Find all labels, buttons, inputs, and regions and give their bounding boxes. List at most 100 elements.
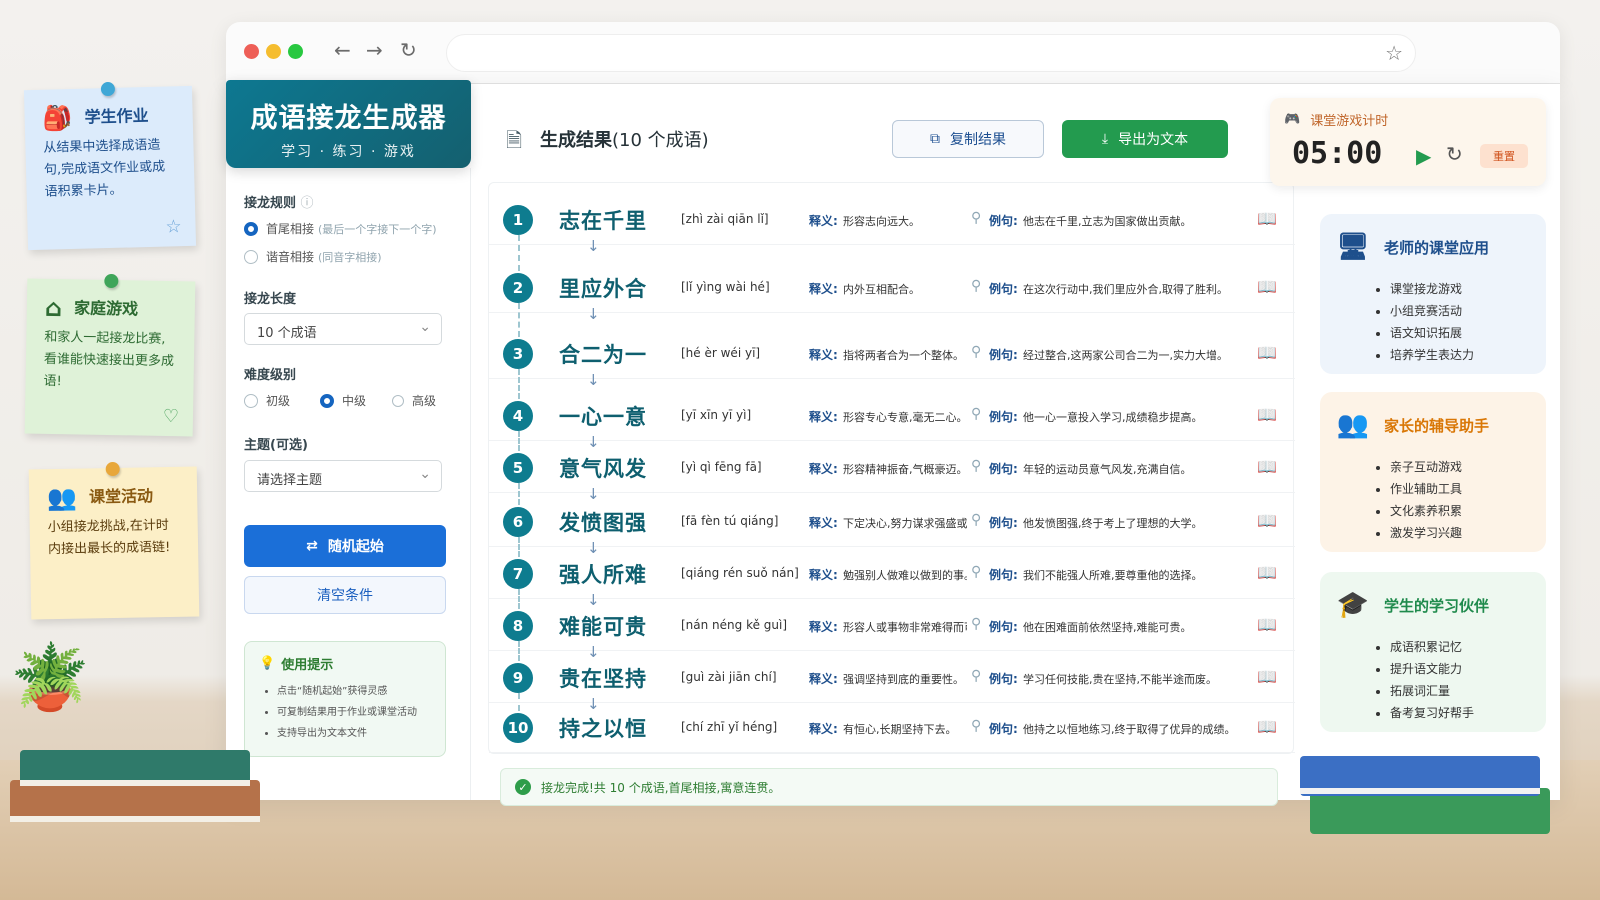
shuffle-icon: ⇄: [306, 538, 318, 554]
button-label: 复制结果: [950, 132, 1006, 148]
meaning-label: 释义:: [809, 282, 838, 296]
rule-option-head-tail[interactable]: 首尾相接 (最后一个字接下一个字): [244, 220, 437, 237]
note-text: 从结果中选择成语造句,完成语文作业或成语积累卡片。: [43, 137, 166, 200]
idiom-chain-list: 1 志在千里 [zhì zài qiān lǐ] 释义: 形容志向远大。 ⚲ 例句: 他志在千…: [488, 182, 1295, 754]
idiom-text: 合二为一: [559, 343, 647, 367]
meaning-label: 释义:: [809, 214, 838, 228]
timer-title: 课堂游戏计时: [1310, 114, 1389, 129]
info-icon[interactable]: ⓘ: [301, 196, 314, 211]
idiom-pinyin: [nán néng kě guì]: [681, 618, 788, 632]
timer-display: 05:00: [1292, 136, 1383, 171]
reload-icon[interactable]: ↻: [400, 38, 417, 62]
dictionary-book-icon[interactable]: 📖: [1257, 343, 1277, 362]
idiom-row[interactable]: 3 合二为一 [hé èr wéi yī] 释义: 指将两者合为一个整体。 ⚲ 例句: 经过整…: [489, 327, 1295, 379]
example-label: 例句:: [989, 282, 1018, 296]
idiom-row[interactable]: 2 里应外合 [lǐ yìng wài hé] 释义: 内外互相配合。 ⚲ 例句: 在这次行动…: [489, 261, 1295, 313]
random-start-button[interactable]: ⇄ 随机起始: [244, 525, 446, 567]
idiom-text: 难能可贵: [559, 615, 647, 639]
meaning-label: 释义:: [809, 516, 838, 530]
play-icon[interactable]: ▶: [1416, 144, 1431, 168]
idiom-example: 经过整合,这两家公司合二为一,实力大增。: [1023, 349, 1228, 362]
theme-select[interactable]: 请选择主题 ⌄: [244, 460, 442, 492]
maximize-window-dot[interactable]: [288, 44, 303, 59]
forward-icon[interactable]: →: [366, 38, 383, 62]
idiom-row[interactable]: 8 难能可贵 [nán néng kě guì] 释义: 形容人或事物非常难得而可贵。 ⚲…: [489, 599, 1295, 651]
document-icon: 🗎: [506, 128, 523, 152]
idiom-pinyin: [lǐ yìng wài hé]: [681, 280, 770, 294]
difficulty-beginner[interactable]: 初级: [244, 392, 290, 409]
tip-item: 支持导出为文本文件: [277, 723, 431, 744]
card-item: 课堂接龙游戏: [1390, 278, 1530, 300]
note-title: 家庭游戏: [73, 298, 139, 319]
reset-button[interactable]: 重置: [1480, 144, 1528, 168]
tip-item: 点击“随机起始”获得灵感: [277, 681, 431, 702]
app-brand-header: 成语接龙生成器 学习 · 练习 · 游戏: [226, 80, 471, 168]
bookmark-star-icon[interactable]: ☆: [1385, 41, 1403, 65]
idiom-example: 在这次行动中,我们里应外合,取得了胜利。: [1023, 283, 1228, 296]
card-item: 拓展词汇量: [1390, 680, 1530, 702]
card-item: 提升语文能力: [1390, 658, 1530, 680]
back-icon[interactable]: ←: [334, 38, 351, 62]
dictionary-book-icon[interactable]: 📖: [1257, 209, 1277, 228]
button-label: 随机起始: [327, 539, 384, 555]
difficulty-intermediate[interactable]: 中级: [320, 392, 366, 409]
idiom-row[interactable]: 10 持之以恒 [chí zhī yǐ héng] 释义: 有恒心,长期坚持下去。 ⚲ 例句…: [489, 701, 1295, 753]
button-label: 清空条件: [317, 588, 373, 604]
example-label: 例句:: [989, 214, 1018, 228]
heart-icon: ♡: [162, 405, 180, 428]
length-select[interactable]: 10 个成语 ⌄: [244, 313, 442, 345]
settings-panel: 接龙规则 ⓘ 首尾相接 (最后一个字接下一个字) 谐音相接 (同音字相接) 接龙长度…: [226, 168, 471, 800]
dictionary-book-icon[interactable]: 📖: [1257, 405, 1277, 424]
idiom-row[interactable]: 1 志在千里 [zhì zài qiān lǐ] 释义: 形容志向远大。 ⚲ 例句: 他志在千…: [489, 193, 1295, 245]
meaning-label: 释义:: [809, 410, 838, 424]
copy-results-button[interactable]: ⧉ 复制结果: [892, 120, 1044, 158]
idiom-meaning: 下定决心,努力谋求强盛或进步。: [843, 517, 967, 530]
idiom-row[interactable]: 5 意气风发 [yì qì fēng fā] 释义: 形容精神振奋,气概豪迈。 ⚲ 例句: 年…: [489, 441, 1295, 493]
idiom-row[interactable]: 6 发愤图强 [fā fèn tú qiáng] 释义: 下定决心,努力谋求强盛或进步。…: [489, 495, 1295, 547]
radio-unselected[interactable]: [244, 393, 258, 408]
row-number-badge: 6: [503, 507, 533, 537]
restart-icon[interactable]: ↻: [1446, 142, 1463, 166]
idiom-pinyin: [qiáng rén suǒ nán]: [681, 566, 799, 580]
dictionary-book-icon[interactable]: 📖: [1257, 457, 1277, 476]
dictionary-book-icon[interactable]: 📖: [1257, 717, 1277, 736]
card-item: 语文知识拓展: [1390, 322, 1530, 344]
export-text-button[interactable]: ⤓ 导出为文本: [1062, 120, 1228, 158]
pin-icon: [100, 81, 116, 97]
note-title: 课堂活动: [88, 486, 154, 507]
idiom-meaning: 形容人或事物非常难得而可贵。: [843, 621, 967, 634]
idiom-text: 强人所难: [559, 563, 647, 587]
dictionary-book-icon[interactable]: 📖: [1257, 615, 1277, 634]
address-bar[interactable]: ☆: [446, 34, 1416, 72]
check-circle-icon: ✓: [515, 779, 531, 795]
group-icon: 👥: [46, 483, 78, 513]
card-title: 家长的辅导助手: [1384, 416, 1490, 435]
radio-unselected[interactable]: [392, 394, 404, 407]
idiom-row[interactable]: 9 贵在坚持 [guì zài jiān chí] 释义: 强调坚持到底的重要性。 ⚲ 例句…: [489, 651, 1295, 703]
radio-selected[interactable]: [244, 221, 258, 236]
example-label: 例句:: [989, 722, 1018, 736]
idiom-meaning: 形容志向远大。: [843, 215, 920, 228]
dictionary-book-icon[interactable]: 📖: [1257, 563, 1277, 582]
dictionary-book-icon[interactable]: 📖: [1257, 667, 1277, 686]
card-item: 成语积累记忆: [1390, 636, 1530, 658]
idiom-row[interactable]: 4 一心一意 [yī xīn yī yì] 释义: 形容专心专意,毫无二心。 ⚲ 例句: 他一…: [489, 389, 1295, 441]
rule-option-homophone[interactable]: 谐音相接 (同音字相接): [244, 248, 382, 265]
browser-toolbar: ← → ↻ ☆: [226, 22, 1560, 84]
close-window-dot[interactable]: [244, 44, 259, 59]
dictionary-book-icon[interactable]: 📖: [1257, 277, 1277, 296]
completion-banner: ✓ 接龙完成!共 10 个成语,首尾相接,寓意连贯。: [500, 768, 1278, 806]
radio-unselected[interactable]: [244, 249, 258, 264]
pin-icon: [105, 461, 120, 477]
card-students: 🎓 学生的学习伙伴 成语积累记忆提升语文能力拓展词汇量备考复习好帮手: [1320, 572, 1546, 732]
idiom-example: 他在困难面前依然坚持,难能可贵。: [1023, 621, 1192, 634]
clear-conditions-button[interactable]: 清空条件: [244, 576, 446, 614]
idiom-text: 里应外合: [559, 277, 647, 301]
minimize-window-dot[interactable]: [266, 44, 281, 59]
radio-selected[interactable]: [320, 393, 334, 408]
graduation-cap-icon: 🎓: [1336, 590, 1370, 620]
dictionary-book-icon[interactable]: 📖: [1257, 511, 1277, 530]
chain-arrow-icon: ↓: [587, 305, 600, 323]
idiom-row[interactable]: 7 强人所难 [qiáng rén suǒ nán] 释义: 勉强别人做难以做到的事。 ⚲…: [489, 547, 1295, 599]
difficulty-advanced[interactable]: 高级: [392, 392, 436, 409]
